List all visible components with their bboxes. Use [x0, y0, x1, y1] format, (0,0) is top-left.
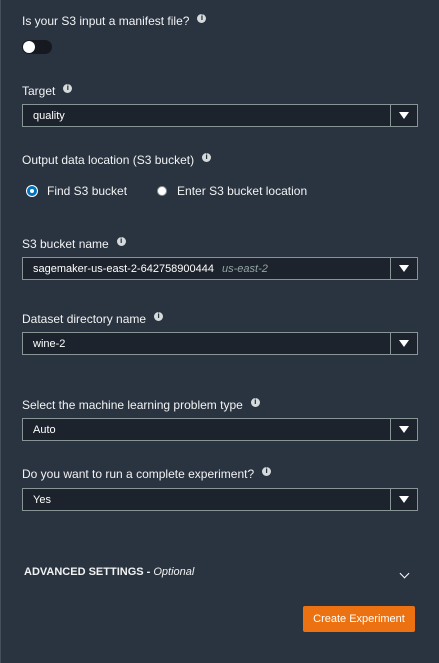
output-location-label: Output data location (S3 bucket) i: [22, 152, 212, 167]
dropdown-arrow-icon[interactable]: [390, 419, 417, 440]
target-select[interactable]: quality: [22, 104, 418, 127]
complete-experiment-value: Yes: [33, 493, 51, 506]
target-label: Target i: [22, 83, 73, 98]
info-icon[interactable]: i: [116, 236, 126, 246]
bucket-label: S3 bucket name i: [22, 236, 126, 251]
manifest-label: Is your S3 input a manifest file? i: [22, 13, 207, 28]
radio-enter-location[interactable]: [157, 186, 168, 196]
info-icon[interactable]: i: [202, 152, 212, 162]
create-experiment-button[interactable]: Create Experiment: [303, 606, 415, 632]
dropdown-arrow-icon[interactable]: [390, 105, 417, 126]
dropdown-arrow-icon[interactable]: [390, 489, 417, 510]
info-icon[interactable]: i: [250, 397, 260, 407]
manifest-toggle[interactable]: [22, 40, 52, 54]
info-icon[interactable]: i: [154, 311, 164, 321]
radio-enter-location-label[interactable]: Enter S3 bucket location: [177, 184, 307, 198]
advanced-settings-header[interactable]: ADVANCED SETTINGS - Optional: [24, 566, 194, 578]
info-icon[interactable]: i: [262, 466, 272, 476]
bucket-value: sagemaker-us-east-2-642758900444: [33, 262, 215, 275]
radio-find-bucket-label[interactable]: Find S3 bucket: [47, 184, 127, 198]
dataset-dir-value: wine-2: [33, 337, 66, 350]
target-value: quality: [33, 109, 65, 122]
bucket-region: us-east-2: [222, 262, 268, 275]
bucket-select[interactable]: sagemaker-us-east-2-642758900444 us-east-…: [22, 257, 418, 280]
dropdown-arrow-icon[interactable]: [390, 333, 417, 354]
radio-find-bucket[interactable]: [27, 186, 37, 196]
problem-type-value: Auto: [33, 423, 56, 436]
advanced-optional: Optional: [153, 566, 195, 578]
dataset-dir-select[interactable]: wine-2: [22, 332, 418, 355]
info-icon[interactable]: i: [63, 83, 73, 93]
dataset-dir-label: Dataset directory name i: [22, 311, 164, 326]
toggle-knob: [23, 41, 35, 53]
problem-type-label: Select the machine learning problem type…: [22, 397, 260, 412]
chevron-down-icon[interactable]: [399, 568, 410, 579]
output-radio-group: Find S3 bucket Enter S3 bucket location: [27, 184, 307, 198]
info-icon[interactable]: i: [197, 13, 207, 23]
dropdown-arrow-icon[interactable]: [390, 258, 417, 279]
complete-experiment-label: Do you want to run a complete experiment…: [22, 466, 272, 481]
complete-experiment-select[interactable]: Yes: [22, 488, 418, 511]
problem-type-select[interactable]: Auto: [22, 418, 418, 441]
